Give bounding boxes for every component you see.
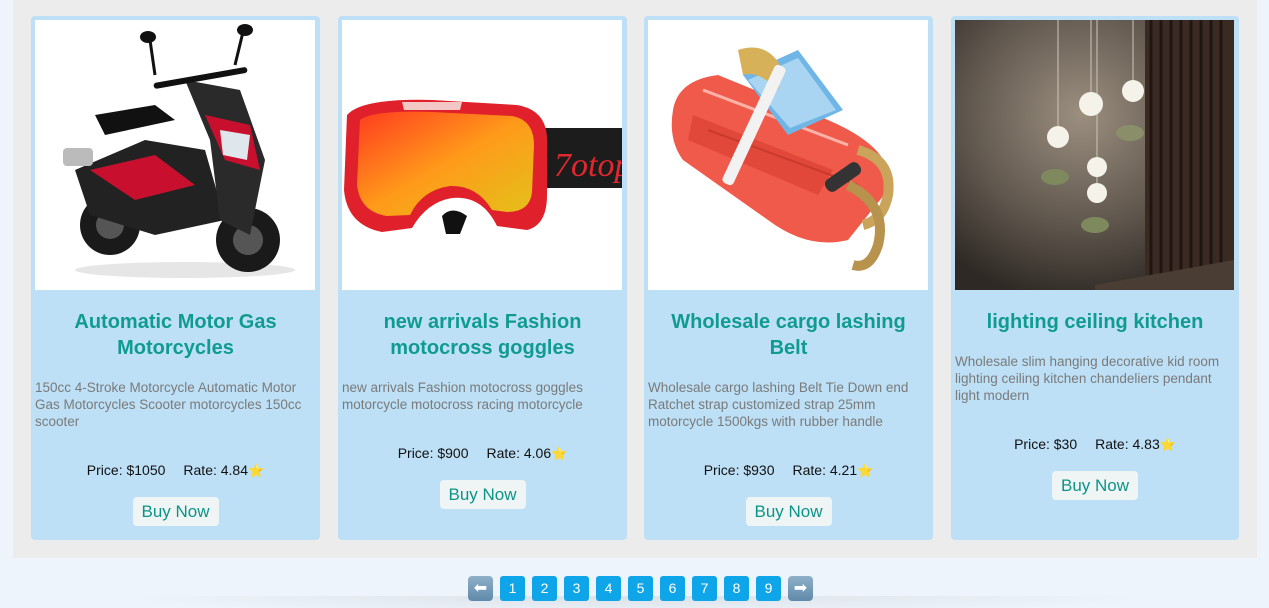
product-rating: Rate: 4.21⭐ xyxy=(793,462,874,479)
star-icon: ⭐ xyxy=(248,463,265,478)
page: Automatic Motor Gas Motorcycles 150cc 4-… xyxy=(0,0,1269,608)
product-description: 150cc 4-Stroke Motorcycle Automatic Moto… xyxy=(35,380,302,429)
page-button-3[interactable]: 3 xyxy=(564,576,589,601)
product-description: Wholesale slim hanging decorative kid ro… xyxy=(955,354,1220,403)
product-image-ratchet-strap[interactable] xyxy=(648,20,928,290)
price-rating-row: Price: $1050 Rate: 4.84⭐ xyxy=(31,462,320,479)
product-card: Automatic Motor Gas Motorcycles 150cc 4-… xyxy=(31,16,320,540)
pendant-lights-image xyxy=(955,20,1234,290)
page-button-5[interactable]: 5 xyxy=(628,576,653,601)
product-description: new arrivals Fashion motocross goggles m… xyxy=(342,380,583,412)
price-rating-row: Price: $30 Rate: 4.83⭐ xyxy=(951,436,1239,453)
product-price: Price: $1050 xyxy=(86,462,166,478)
goggles-image: 7otop xyxy=(342,20,622,290)
buy-now-button[interactable]: Buy Now xyxy=(1051,471,1139,500)
product-price: Price: $30 xyxy=(1014,436,1078,452)
product-image-scooter[interactable] xyxy=(35,20,315,290)
page-button-9[interactable]: 9 xyxy=(756,576,781,601)
strap-brand-text: 7otop xyxy=(554,147,622,184)
buy-now-button[interactable]: Buy Now xyxy=(439,480,526,509)
rating-value: Rate: 4.21 xyxy=(792,462,858,478)
page-button-4[interactable]: 4 xyxy=(596,576,621,601)
product-image-pendant-lights[interactable] xyxy=(955,20,1234,290)
ratchet-strap-image xyxy=(648,20,928,290)
product-price: Price: $900 xyxy=(397,445,469,461)
product-title[interactable]: lighting ceiling kitchen xyxy=(965,309,1225,335)
product-card: 7otop new arrivals Fashion motocross gog… xyxy=(338,16,627,540)
rating-value: Rate: 4.06 xyxy=(486,445,552,461)
page-button-8[interactable]: 8 xyxy=(724,576,749,601)
product-card: lighting ceiling kitchen Wholesale slim … xyxy=(951,16,1239,540)
buy-now-button[interactable]: Buy Now xyxy=(745,497,832,526)
rating-value: Rate: 4.83 xyxy=(1095,436,1160,452)
product-description: Wholesale cargo lashing Belt Tie Down en… xyxy=(648,380,909,429)
star-icon: ⭐ xyxy=(1159,437,1176,452)
product-card: Wholesale cargo lashing Belt Wholesale c… xyxy=(644,16,933,540)
prev-page-arrow-icon[interactable]: ⬅ xyxy=(468,576,493,601)
next-page-arrow-icon[interactable]: ➡ xyxy=(788,576,813,601)
star-icon: ⭐ xyxy=(551,446,568,461)
product-price: Price: $930 xyxy=(703,462,775,478)
pagination: ⬅ 1 2 3 4 5 6 7 8 9 ➡ xyxy=(468,576,813,601)
scooter-image xyxy=(35,20,315,290)
page-button-7[interactable]: 7 xyxy=(692,576,717,601)
product-rating: Rate: 4.83⭐ xyxy=(1095,436,1176,453)
product-title[interactable]: new arrivals Fashion motocross goggles xyxy=(352,309,613,361)
page-button-2[interactable]: 2 xyxy=(532,576,557,601)
page-button-1[interactable]: 1 xyxy=(500,576,525,601)
star-icon: ⭐ xyxy=(857,463,874,478)
product-image-goggles[interactable]: 7otop xyxy=(342,20,622,290)
buy-now-button[interactable]: Buy Now xyxy=(132,497,219,526)
page-button-6[interactable]: 6 xyxy=(660,576,685,601)
price-rating-row: Price: $900 Rate: 4.06⭐ xyxy=(338,445,627,462)
product-title[interactable]: Wholesale cargo lashing Belt xyxy=(658,309,919,361)
product-rating: Rate: 4.06⭐ xyxy=(487,445,568,462)
rating-value: Rate: 4.84 xyxy=(183,462,249,478)
product-rating: Rate: 4.84⭐ xyxy=(183,462,264,479)
price-rating-row: Price: $930 Rate: 4.21⭐ xyxy=(644,462,933,479)
product-title[interactable]: Automatic Motor Gas Motorcycles xyxy=(45,309,306,361)
